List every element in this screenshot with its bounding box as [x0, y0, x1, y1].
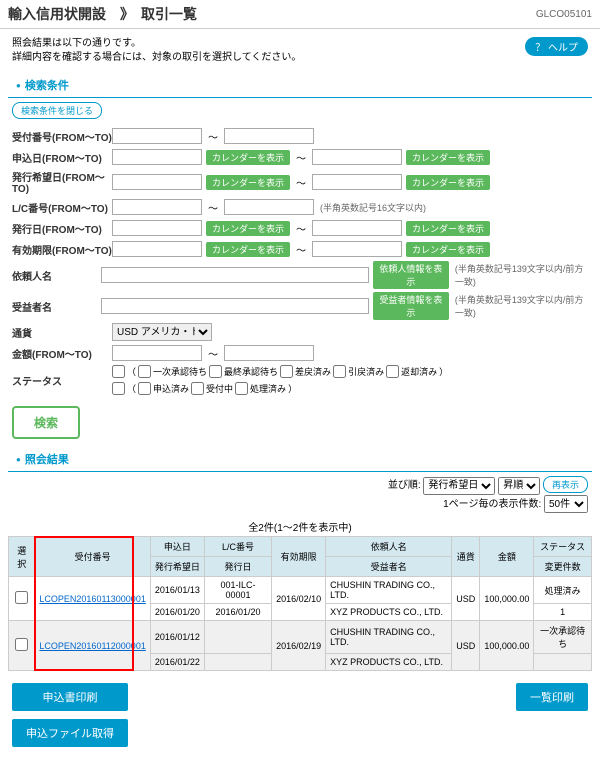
th-issue-date: 発行日 — [204, 557, 271, 577]
hint-lc: (半角英数記号16文字以内) — [320, 201, 426, 214]
expiry-from[interactable] — [112, 241, 202, 257]
th-applicant: 依頼人名 — [326, 537, 452, 557]
status-checkbox[interactable] — [280, 365, 293, 378]
calendar-button[interactable]: カレンダーを表示 — [406, 242, 490, 257]
table-row: LCOPEN20160112000001 2016/01/12 2016/02/… — [9, 621, 592, 654]
th-ref-no: 受付番号 — [35, 537, 150, 577]
subheader: 照会結果は以下の通りです。 詳細内容を確認する場合には、対象の取引を選択してくだ… — [0, 29, 600, 73]
issue-wish-from[interactable] — [112, 174, 202, 190]
currency-select[interactable]: USD アメリカ・ドル — [112, 323, 212, 341]
sort-order-select[interactable]: 昇順 — [498, 477, 540, 495]
expiry-to[interactable] — [312, 241, 402, 257]
calendar-button[interactable]: カレンダーを表示 — [406, 221, 490, 236]
calendar-button[interactable]: カレンダーを表示 — [206, 242, 290, 257]
get-application-file-button[interactable]: 申込ファイル取得 — [12, 719, 128, 747]
lc-no-to[interactable] — [224, 199, 314, 215]
label-lc-no: L/C番号(FROM～TO) — [12, 200, 112, 215]
print-list-button[interactable]: 一覧印刷 — [516, 683, 588, 711]
redraw-button[interactable]: 再表示 — [543, 476, 588, 493]
status-checkbox-all[interactable] — [112, 365, 125, 378]
amount-from[interactable] — [112, 345, 202, 361]
label-currency: 通貨 — [12, 325, 112, 340]
th-apply-date: 申込日 — [150, 537, 204, 557]
label-issue-wish: 発行希望日(FROM～TO) — [12, 169, 112, 195]
help-button[interactable]: ？ ヘルプ — [525, 37, 588, 56]
search-section-title: 検索条件 — [8, 73, 592, 98]
result-section-title: 照会結果 — [8, 447, 592, 472]
issue-date-to[interactable] — [312, 220, 402, 236]
instruction-line1: 照会結果は以下の通りです。 — [12, 37, 301, 51]
result-controls: 並び順: 発行希望日 昇順 再表示 1ページ毎の表示件数: 50件 — [0, 472, 600, 517]
apply-date-to[interactable] — [312, 149, 402, 165]
per-page-label: 1ページ毎の表示件数: — [443, 499, 541, 510]
beneficiary-info-button[interactable]: 受益者情報を表示 — [373, 292, 449, 320]
issue-wish-to[interactable] — [312, 174, 402, 190]
instruction-text: 照会結果は以下の通りです。 詳細内容を確認する場合には、対象の取引を選択してくだ… — [12, 37, 301, 65]
label-ref-no: 受付番号(FROM～TO) — [12, 129, 112, 144]
label-expiry: 有効期限(FROM～TO) — [12, 242, 112, 257]
status-checkbox[interactable] — [386, 365, 399, 378]
calendar-button[interactable]: カレンダーを表示 — [206, 150, 290, 165]
print-application-button[interactable]: 申込書印刷 — [12, 683, 128, 711]
apply-date-from[interactable] — [112, 149, 202, 165]
status-checkbox[interactable] — [209, 365, 222, 378]
label-status: ステータス — [12, 373, 112, 388]
label-amount: 金額(FROM～TO) — [12, 346, 112, 361]
lc-no-from[interactable] — [112, 199, 202, 215]
th-select: 選択 — [9, 537, 35, 577]
sort-field-select[interactable]: 発行希望日 — [423, 477, 495, 495]
ref-no-from[interactable] — [112, 128, 202, 144]
beneficiary-input[interactable] — [101, 298, 369, 314]
ref-no-to[interactable] — [224, 128, 314, 144]
screen-code: GLCO05101 — [536, 9, 592, 20]
status-checkbox[interactable] — [138, 382, 151, 395]
sort-label: 並び順: — [388, 480, 421, 491]
hint-applicant: (半角英数記号139文字以内/前方一致) — [455, 262, 588, 288]
bottom-buttons: 申込書印刷 申込ファイル取得 一覧印刷 — [0, 671, 600, 759]
th-status: ステータス — [534, 537, 592, 557]
ref-no-link[interactable]: LCOPEN20160113000001 — [39, 594, 145, 604]
hint-beneficiary: (半角英数記号139文字以内/前方一致) — [455, 293, 588, 319]
th-amount: 金額 — [480, 537, 534, 577]
label-issue-date: 発行日(FROM～TO) — [12, 221, 112, 236]
th-currency: 通貨 — [452, 537, 480, 577]
amount-to[interactable] — [224, 345, 314, 361]
status-checkbox[interactable] — [138, 365, 151, 378]
calendar-button[interactable]: カレンダーを表示 — [206, 221, 290, 236]
instruction-line2: 詳細内容を確認する場合には、対象の取引を選択してください。 — [12, 51, 301, 65]
result-count: 全2件(1～2件を表示中) — [0, 517, 600, 536]
applicant-info-button[interactable]: 依頼人情報を表示 — [373, 261, 449, 289]
search-form: 受付番号(FROM～TO)～ 申込日(FROM～TO)カレンダーを表示～カレンダ… — [0, 123, 600, 447]
table-row: LCOPEN20160113000001 2016/01/13 001-ILC-… — [9, 577, 592, 604]
close-search-button[interactable]: 検索条件を閉じる — [12, 102, 102, 119]
label-apply-date: 申込日(FROM～TO) — [12, 150, 112, 165]
status-checkbox[interactable] — [333, 365, 346, 378]
page-header: 輸入信用状開設 》 取引一覧 GLCO05101 — [0, 0, 600, 29]
th-beneficiary: 受益者名 — [326, 557, 452, 577]
th-lc-no: L/C番号 — [204, 537, 271, 557]
th-issue-wish: 発行希望日 — [150, 557, 204, 577]
status-checkbox[interactable] — [235, 382, 248, 395]
label-applicant: 依頼人名 — [12, 268, 101, 283]
page-title: 輸入信用状開設 》 取引一覧 — [8, 4, 536, 24]
th-expiry: 有効期限 — [272, 537, 326, 577]
status-checkbox[interactable] — [191, 382, 204, 395]
search-button[interactable]: 検索 — [12, 406, 80, 439]
status-checkbox-all2[interactable] — [112, 382, 125, 395]
applicant-input[interactable] — [101, 267, 369, 283]
issue-date-from[interactable] — [112, 220, 202, 236]
calendar-button[interactable]: カレンダーを表示 — [406, 150, 490, 165]
result-table: 選択 受付番号 申込日 L/C番号 有効期限 依頼人名 通貨 金額 ステータス … — [8, 536, 592, 671]
per-page-select[interactable]: 50件 — [544, 495, 588, 513]
row-select-checkbox[interactable] — [15, 591, 28, 604]
calendar-button[interactable]: カレンダーを表示 — [406, 175, 490, 190]
ref-no-link[interactable]: LCOPEN20160112000001 — [39, 641, 145, 651]
label-beneficiary: 受益者名 — [12, 299, 101, 314]
calendar-button[interactable]: カレンダーを表示 — [206, 175, 290, 190]
th-change-count: 変更件数 — [534, 557, 592, 577]
row-select-checkbox[interactable] — [15, 638, 28, 651]
